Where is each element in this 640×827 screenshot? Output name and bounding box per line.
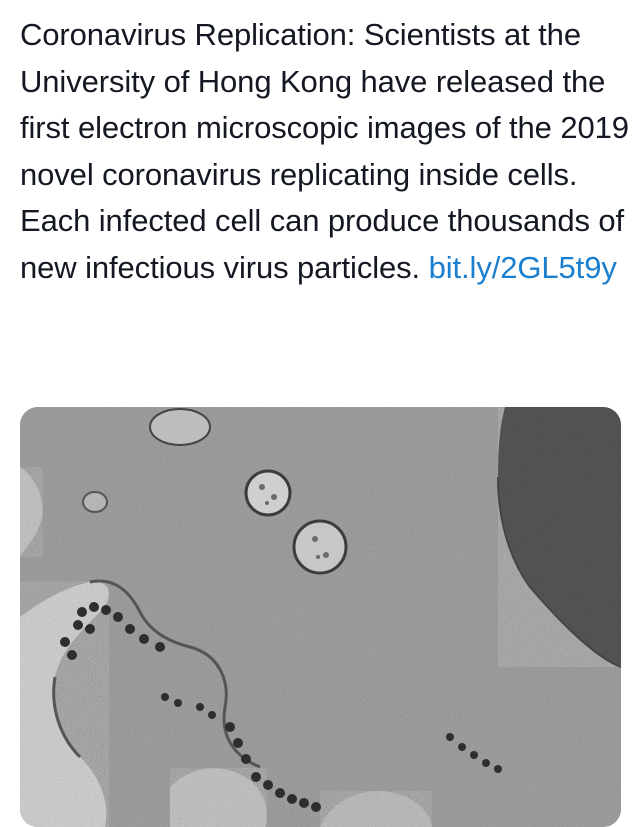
tweet-body-text: Coronavirus Replication: Scientists at t… [20, 17, 629, 285]
tweet-link[interactable]: bit.ly/2GL5t9y [429, 250, 617, 285]
tweet-text: Coronavirus Replication: Scientists at t… [20, 12, 630, 291]
tweet-media-image[interactable] [20, 407, 621, 827]
electron-micrograph-image [20, 407, 621, 827]
